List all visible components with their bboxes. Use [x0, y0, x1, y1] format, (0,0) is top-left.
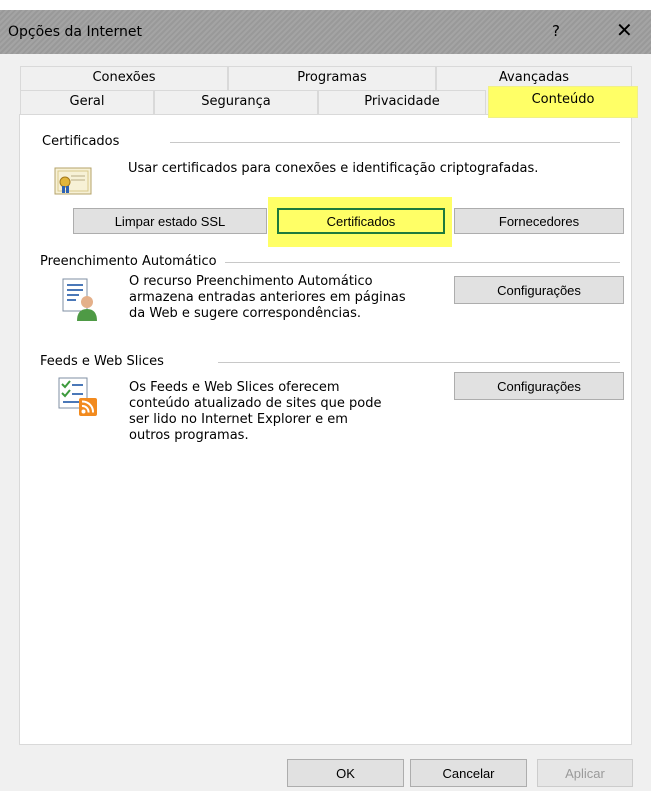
certificates-description: Usar certificados para conexões e identi…	[128, 161, 539, 176]
feeds-group-label: Feeds e Web Slices	[40, 354, 170, 369]
feeds-desc-line-1: Os Feeds e Web Slices oferecem	[129, 380, 340, 395]
certificate-icon	[54, 167, 92, 195]
clear-ssl-button[interactable]: Limpar estado SSL	[73, 208, 267, 234]
tab-conteudo[interactable]: Conteúdo	[488, 86, 638, 118]
feeds-group-line	[218, 362, 620, 363]
content-panel: Certificados Usar certificados para cone…	[19, 114, 632, 745]
tab-conexoes[interactable]: Conexões	[20, 66, 228, 90]
tab-programas[interactable]: Programas	[228, 66, 436, 90]
autocomplete-group-label: Preenchimento Automático	[40, 254, 223, 269]
window-title: Opções da Internet	[8, 24, 143, 40]
apply-button[interactable]: Aplicar	[537, 759, 633, 787]
ok-button[interactable]: OK	[287, 759, 404, 787]
autocomplete-desc-line-3: da Web e sugere correspondências.	[129, 306, 362, 321]
feeds-icon	[58, 377, 98, 417]
title-bar: Opções da Internet ? ✕	[0, 10, 651, 54]
certificates-button[interactable]: Certificados	[277, 208, 445, 234]
cancel-button[interactable]: Cancelar	[410, 759, 527, 787]
tab-seguranca[interactable]: Segurança	[154, 90, 318, 114]
tab-geral[interactable]: Geral	[20, 90, 154, 114]
help-button[interactable]: ?	[552, 22, 560, 40]
certificates-group-line	[170, 142, 620, 143]
feeds-desc-line-2: conteúdo atualizado de sites que pode	[129, 396, 382, 411]
autocomplete-desc-line-2: armazena entradas anteriores em páginas	[129, 290, 406, 305]
autocomplete-icon	[62, 278, 98, 322]
feeds-desc-line-4: outros programas.	[129, 428, 249, 443]
autocomplete-group-line	[225, 262, 620, 263]
feeds-settings-button[interactable]: Configurações	[454, 372, 624, 400]
autocomplete-settings-button[interactable]: Configurações	[454, 276, 624, 304]
publishers-button[interactable]: Fornecedores	[454, 208, 624, 234]
autocomplete-desc-line-1: O recurso Preenchimento Automático	[129, 274, 373, 289]
certificates-group-label: Certificados	[42, 134, 126, 149]
tab-privacidade[interactable]: Privacidade	[318, 90, 486, 114]
close-button[interactable]: ✕	[616, 18, 633, 42]
feeds-desc-line-3: ser lido no Internet Explorer e em	[129, 412, 348, 427]
